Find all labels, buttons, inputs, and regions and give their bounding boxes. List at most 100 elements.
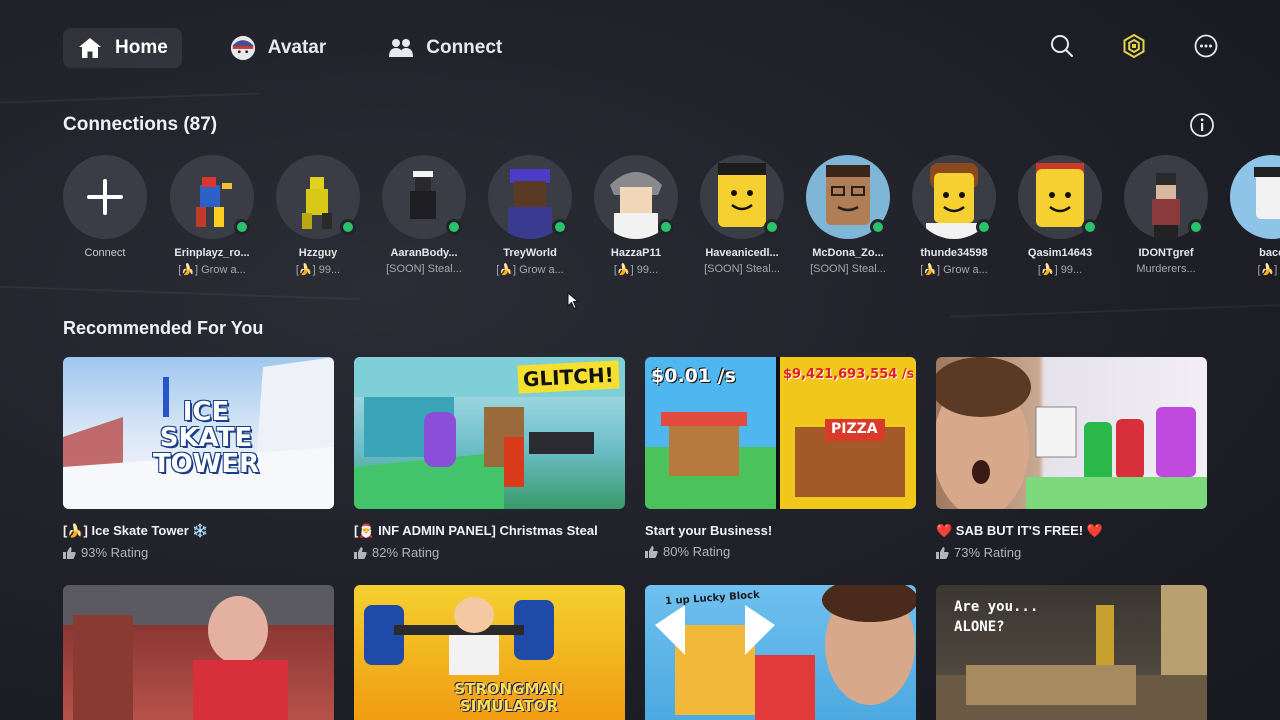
connection-status: [🍌] 99... — [613, 264, 659, 276]
info-icon — [1190, 113, 1214, 137]
top-right-actions — [1048, 32, 1220, 60]
nav-connect-label: Connect — [426, 37, 503, 58]
connection-name: McDona_Zo... — [812, 247, 884, 259]
connection-status: [🍌] Grow a... — [920, 264, 988, 276]
online-indicator — [1082, 219, 1098, 235]
connection-name: thunde34598 — [920, 247, 988, 259]
thumbnail-text: $9,421,693,554 /s — [783, 367, 913, 382]
robux-button[interactable] — [1120, 32, 1148, 60]
connection-status: [🍌] Grow a... — [496, 264, 564, 276]
thumbnail-text: Are you... ALONE? — [954, 599, 1039, 635]
connection-item[interactable]: Hzzguy [🍌] 99... — [268, 155, 368, 276]
connection-item[interactable]: Qasim14643 [🍌] 99... — [1010, 155, 1110, 276]
connection-name: TreyWorld — [503, 247, 557, 259]
game-thumbnail[interactable]: STRONGMAN SIMULATOR — [354, 585, 625, 720]
game-rating: 80% Rating — [645, 544, 916, 559]
connection-status: [🍌] 99... — [295, 264, 341, 276]
connection-status: [SOON] Steal... — [386, 263, 462, 275]
nav-avatar-label: Avatar — [267, 37, 327, 58]
thumbs-up-icon — [936, 546, 949, 559]
nav-home-label: Home — [115, 37, 168, 58]
game-rating-text: 93% Rating — [81, 545, 149, 560]
game-rating: 93% Rating — [63, 545, 334, 560]
game-thumbnail: GLITCH! — [354, 357, 625, 509]
search-button[interactable] — [1048, 32, 1076, 60]
nav-connect[interactable]: Connect — [374, 28, 516, 68]
game-thumbnail[interactable] — [63, 585, 334, 720]
connection-item[interactable]: Erinplayz_ro... [🍌] Grow a... — [162, 155, 262, 276]
connection-status: [SOON] Steal... — [810, 263, 886, 275]
connection-item[interactable]: Haveanicedl... [SOON] Steal... — [692, 155, 792, 275]
game-card[interactable]: ICE SKATE TOWER [🍌] Ice Skate Tower ❄️ 9… — [63, 357, 334, 560]
nav-avatar[interactable]: Avatar — [216, 28, 340, 68]
online-indicator — [976, 219, 992, 235]
add-connection-circle — [63, 155, 147, 239]
connections-title: Connections (87) — [63, 114, 218, 135]
connection-item[interactable]: TreyWorld [🍌] Grow a... — [480, 155, 580, 276]
avatar — [1230, 155, 1280, 239]
avatar-icon — [230, 35, 256, 61]
thumbs-up-icon — [354, 546, 367, 559]
add-connection-button[interactable]: Connect — [63, 155, 155, 259]
game-thumbnail: ICE SKATE TOWER — [63, 357, 334, 509]
plus-icon — [87, 179, 123, 215]
game-title: Start your Business! — [645, 523, 773, 538]
connection-name: IDONTgref — [1138, 247, 1194, 259]
thumbnail-text: PIZZA — [831, 421, 878, 437]
game-card[interactable]: ❤️ SAB BUT IT'S FREE! ❤️ 73% Rating — [936, 357, 1207, 560]
recommended-grid-row-2: STRONGMAN SIMULATOR 1 up Lucky Block Are… — [63, 585, 1207, 720]
game-title: [🎅 INF ADMIN PANEL] Christmas Steal — [354, 523, 598, 538]
bg-streak — [0, 92, 260, 104]
bg-streak — [0, 285, 360, 301]
game-thumbnail[interactable]: Are you... ALONE? — [936, 585, 1207, 720]
game-rating-text: 82% Rating — [372, 545, 440, 560]
info-button[interactable] — [1189, 112, 1215, 138]
game-thumbnail: $0.01 /s $9,421,693,554 /s PIZZA — [645, 357, 916, 509]
game-thumbnail[interactable]: 1 up Lucky Block — [645, 585, 916, 720]
connection-name: Qasim14643 — [1027, 247, 1093, 259]
game-rating: 73% Rating — [936, 545, 1207, 560]
connection-status: [🍌] Grow a... — [178, 264, 246, 276]
top-navigation: Home Avatar Connect — [63, 28, 516, 68]
connection-item[interactable]: HazzaP11 [🍌] 99... — [586, 155, 686, 276]
connection-item[interactable]: IDONTgref Murderers... — [1116, 155, 1216, 275]
home-icon — [77, 35, 103, 61]
connection-name: Erinplayz_ro... — [174, 247, 250, 259]
game-thumbnail — [936, 357, 1207, 509]
connection-status: [🍌] 9 — [1257, 264, 1280, 276]
thumbs-up-icon — [645, 545, 658, 558]
search-icon — [1051, 35, 1073, 57]
connection-name: AaranBody... — [390, 247, 458, 259]
thumbnail-text: $0.01 /s — [651, 365, 736, 387]
connection-status: [SOON] Steal... — [704, 263, 780, 275]
connection-item[interactable]: thunde34598 [🍌] Grow a... — [904, 155, 1004, 276]
game-title: [🍌] Ice Skate Tower ❄️ — [63, 523, 209, 538]
game-rating-text: 73% Rating — [954, 545, 1022, 560]
thumbnail-text: ICE SKATE TOWER — [152, 397, 260, 479]
connection-item[interactable]: McDona_Zo... [SOON] Steal... — [798, 155, 898, 275]
connection-item[interactable]: AaranBody... [SOON] Steal... — [374, 155, 474, 275]
connection-name: baco — [1259, 247, 1280, 259]
online-indicator — [658, 219, 674, 235]
online-indicator — [1188, 219, 1204, 235]
online-indicator — [764, 219, 780, 235]
game-rating-text: 80% Rating — [663, 544, 731, 559]
more-icon — [1194, 34, 1218, 58]
game-card[interactable]: GLITCH! [🎅 INF ADMIN PANEL] Christmas St… — [354, 357, 625, 560]
recommended-title: Recommended For You — [63, 318, 264, 338]
add-connection-label: Connect — [84, 247, 126, 259]
online-indicator — [446, 219, 462, 235]
more-button[interactable] — [1192, 32, 1220, 60]
recommended-grid: ICE SKATE TOWER [🍌] Ice Skate Tower ❄️ 9… — [63, 357, 1207, 560]
connection-name: Hzzguy — [298, 247, 338, 259]
nav-home[interactable]: Home — [63, 28, 182, 68]
connection-status: [🍌] 99... — [1037, 264, 1083, 276]
people-icon — [388, 35, 414, 61]
bg-streak — [950, 304, 1280, 318]
thumbnail-text: GLITCH! — [517, 360, 620, 394]
connection-item[interactable]: baco [🍌] 9 — [1222, 155, 1280, 276]
game-card[interactable]: $0.01 /s $9,421,693,554 /s PIZZA Start y… — [645, 357, 916, 560]
thumbs-up-icon — [63, 546, 76, 559]
game-title: ❤️ SAB BUT IT'S FREE! ❤️ — [936, 523, 1103, 538]
online-indicator — [870, 219, 886, 235]
